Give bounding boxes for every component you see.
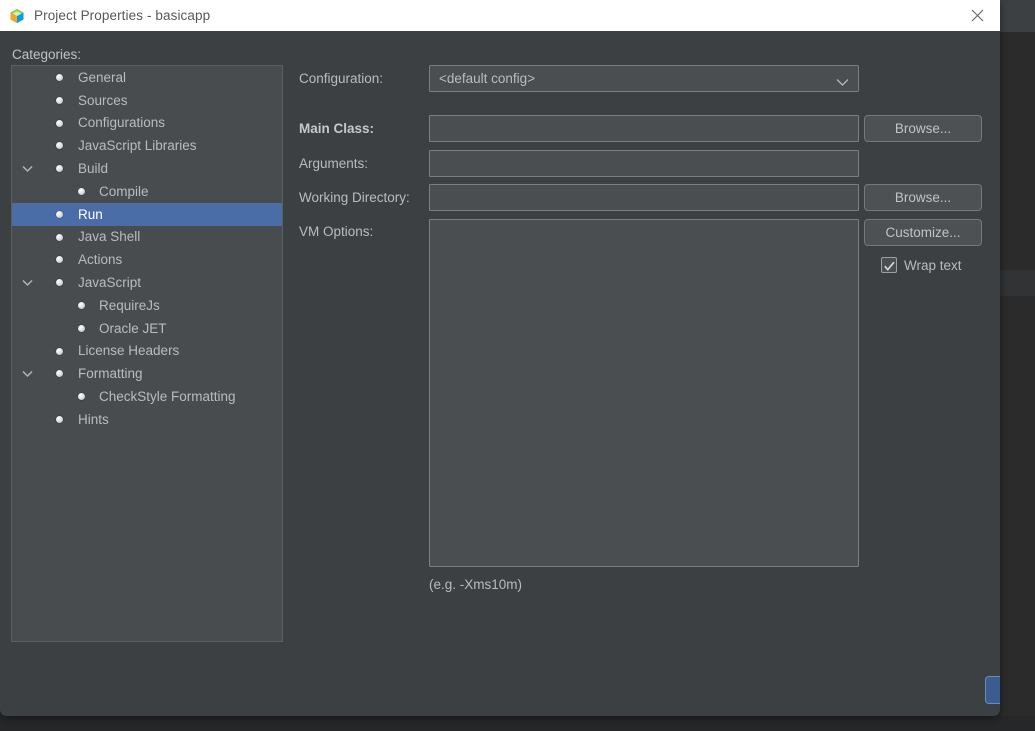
tree-item-label: JavaScript: [78, 275, 142, 291]
tree-node-bullet-icon: [56, 74, 63, 81]
browse-working-directory-button[interactable]: Browse...: [864, 184, 982, 211]
tree-node-bullet-icon: [56, 415, 63, 423]
working-directory-input[interactable]: [429, 184, 859, 211]
tree-node-bullet-icon: [56, 279, 63, 287]
netbeans-logo-icon: [9, 8, 25, 24]
tree-item-oracle-jet[interactable]: Oracle JET: [12, 317, 282, 340]
ok-button[interactable]: OK: [985, 676, 1000, 704]
chevron-down-icon[interactable]: [20, 276, 34, 290]
tree-item-run[interactable]: Run: [12, 202, 282, 226]
arguments-label: Arguments:: [299, 156, 369, 171]
tree-item-formatting[interactable]: Formatting: [12, 362, 282, 385]
tree-item-license-headers[interactable]: License Headers: [12, 340, 282, 363]
dialog-body: Categories: General Sources Configurations…: [0, 31, 1000, 716]
browse-main-class-button[interactable]: Browse...: [864, 115, 982, 142]
tree-item-general[interactable]: General: [12, 66, 282, 89]
tree-item-label: CheckStyle Formatting: [99, 389, 236, 405]
tree-item-label: JavaScript Libraries: [78, 138, 197, 154]
tree-node-bullet-icon: [78, 187, 85, 195]
desktop-background-strip: [1000, 32, 1035, 270]
tree-item-javascript[interactable]: JavaScript: [12, 271, 282, 294]
tree-item-label: License Headers: [78, 343, 180, 359]
tree-item-label: Java Shell: [78, 229, 141, 245]
desktop-background-strip: [1000, 0, 1035, 32]
tree-item-label: Hints: [78, 411, 109, 427]
tree-node-bullet-icon: [56, 119, 63, 127]
tree-item-label: Compile: [99, 183, 149, 199]
categories-tree[interactable]: General Sources Configurations JavaScript L…: [11, 65, 283, 642]
tree-item-build[interactable]: Build: [12, 157, 282, 180]
configuration-label: Configuration:: [299, 71, 384, 86]
tree-item-label: Actions: [78, 252, 123, 268]
tree-item-label: RequireJs: [99, 297, 160, 313]
screen: Project Properties - basicapp Categories…: [0, 0, 1035, 731]
tree-item-java-shell[interactable]: Java Shell: [12, 226, 282, 249]
tree-item-compile[interactable]: Compile: [12, 180, 282, 203]
main-class-label: Main Class:: [299, 121, 375, 136]
vm-options-hint: (e.g. -Xms10m): [429, 577, 523, 592]
tree-node-bullet-icon: [56, 96, 63, 104]
tree-node-bullet-icon: [78, 393, 85, 401]
tree-node-bullet-icon: [56, 210, 63, 218]
window-title: Project Properties - basicapp: [34, 8, 211, 23]
tree-item-configurations[interactable]: Configurations: [12, 112, 282, 135]
categories-label: Categories:: [12, 47, 82, 62]
desktop-background-strip: [1000, 270, 1035, 296]
checkmark-icon: [884, 259, 895, 277]
tree-node-bullet-icon: [78, 301, 85, 309]
tree-item-label: Build: [78, 161, 109, 177]
tree-item-label: Formatting: [78, 366, 143, 382]
close-icon[interactable]: [954, 0, 1000, 31]
arguments-input[interactable]: [429, 150, 859, 177]
tree-item-sources[interactable]: Sources: [12, 89, 282, 112]
chevron-down-icon[interactable]: [20, 367, 34, 381]
desktop-background-strip: [1000, 296, 1035, 700]
chevron-down-icon: [836, 74, 849, 92]
vm-options-textarea[interactable]: [429, 219, 859, 567]
vm-options-label: VM Options:: [299, 224, 374, 239]
chevron-down-icon[interactable]: [20, 162, 34, 176]
working-directory-label: Working Directory:: [299, 190, 410, 205]
tree-node-bullet-icon: [56, 370, 63, 378]
wrap-text-checkbox[interactable]: Wrap text: [881, 257, 962, 273]
wrap-text-checkbox-box: [881, 257, 897, 273]
tree-item-javascript-libraries[interactable]: JavaScript Libraries: [12, 134, 282, 157]
tree-node-bullet-icon: [56, 142, 63, 150]
configuration-value: <default config>: [439, 71, 536, 86]
tree-item-label: Run: [78, 206, 103, 222]
tree-node-bullet-icon: [78, 324, 85, 332]
tree-node-bullet-icon: [56, 165, 63, 173]
desktop-background-strip: [0, 716, 1035, 731]
tree-item-checkstyle-formatting[interactable]: CheckStyle Formatting: [12, 385, 282, 408]
tree-item-label: General: [78, 69, 127, 85]
run-settings-form: Configuration: <default config> Main Cla…: [283, 31, 1000, 716]
tree-item-label: Configurations: [78, 115, 166, 131]
tree-item-label: Sources: [78, 92, 128, 108]
tree-item-requirejs[interactable]: RequireJs: [12, 294, 282, 317]
configuration-dropdown[interactable]: <default config>: [429, 65, 859, 92]
wrap-text-label: Wrap text: [904, 257, 962, 273]
tree-item-label: Oracle JET: [99, 320, 167, 336]
title-bar: Project Properties - basicapp: [0, 0, 1000, 31]
tree-item-actions[interactable]: Actions: [12, 248, 282, 271]
tree-node-bullet-icon: [56, 233, 63, 241]
tree-node-bullet-icon: [56, 256, 63, 264]
tree-node-bullet-icon: [56, 347, 63, 355]
project-properties-dialog: Project Properties - basicapp Categories…: [0, 0, 1000, 716]
tree-item-hints[interactable]: Hints: [12, 408, 282, 431]
main-class-input[interactable]: [429, 115, 859, 142]
customize-vm-options-button[interactable]: Customize...: [864, 219, 982, 246]
